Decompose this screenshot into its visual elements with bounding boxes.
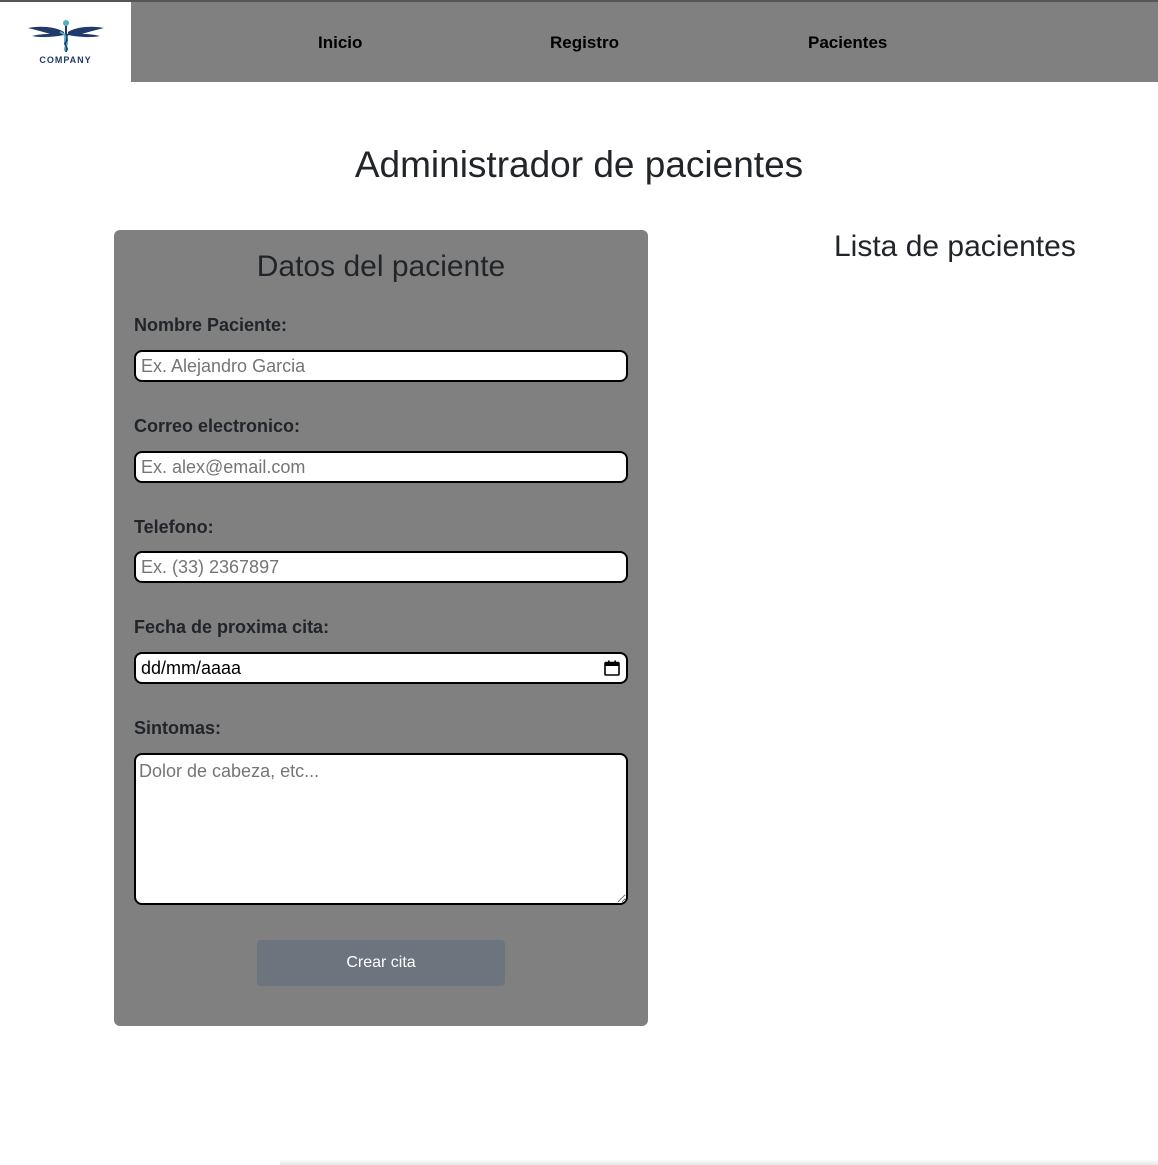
page: COMPANY Inicio Registro Pacientes Admini… — [0, 0, 1158, 1165]
nombre-input[interactable] — [134, 350, 628, 382]
date-format-text: dd/mm/aaaa — [141, 657, 242, 678]
form-title: Datos del paciente — [256, 250, 506, 283]
telefono-input[interactable] — [134, 551, 628, 583]
nav-link-inicio[interactable]: Inicio — [318, 33, 362, 53]
calendar-icon[interactable] — [604, 660, 620, 676]
nav-link-registro[interactable]: Registro — [550, 33, 619, 53]
sintomas-textarea[interactable] — [134, 753, 628, 905]
logo-text: COMPANY — [39, 54, 92, 65]
crear-cita-button[interactable]: Crear cita — [257, 940, 505, 986]
sintomas-label: Sintomas: — [134, 718, 222, 738]
nav-link-pacientes[interactable]: Pacientes — [808, 33, 887, 53]
patient-form: Datos del paciente Nombre Paciente: Corr… — [114, 230, 648, 1026]
caduceus-wings-icon — [27, 19, 104, 52]
fecha-date-input[interactable]: dd/mm/aaaa — [134, 652, 628, 684]
nombre-label: Nombre Paciente: — [134, 315, 288, 335]
fecha-label: Fecha de proxima cita: — [134, 617, 330, 637]
navbar: COMPANY Inicio Registro Pacientes — [0, 0, 1158, 82]
page-title: Administrador de pacientes — [354, 144, 804, 185]
telefono-label: Telefono: — [134, 517, 214, 537]
bottom-shadow — [280, 1159, 1158, 1165]
correo-input[interactable] — [134, 451, 628, 483]
correo-label: Correo electronico: — [134, 416, 301, 436]
company-logo[interactable]: COMPANY — [0, 2, 131, 82]
patient-list-title: Lista de pacientes — [834, 230, 1076, 263]
